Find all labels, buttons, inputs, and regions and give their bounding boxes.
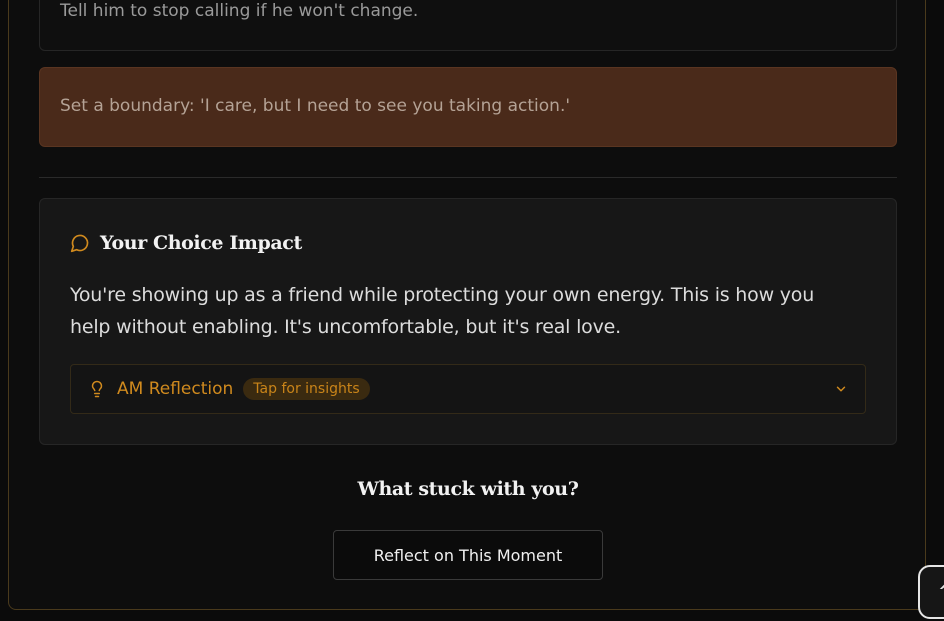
lightbulb-icon [91,380,103,398]
impact-body: You're showing up as a friend while prot… [70,284,815,338]
choice-option-text: Tell him to stop calling if he won't cha… [60,1,419,21]
choice-option-text: Set a boundary: 'I care, but I need to s… [60,96,571,116]
chevron-up-icon: ^ [938,581,944,602]
reflect-button[interactable]: Reflect on This Moment [333,530,603,580]
insights-badge: Tap for insights [243,378,370,400]
am-reflection-toggle[interactable]: AM Reflection Tap for insights [70,364,866,414]
chevron-down-icon[interactable] [834,382,848,396]
chat-bubble-icon [70,234,89,253]
reflection-label: AM Reflection [117,379,234,399]
choice-option[interactable]: Tell him to stop calling if he won't cha… [39,0,897,51]
impact-header: Your Choice Impact [70,232,302,254]
choice-option-selected[interactable]: Set a boundary: 'I care, but I need to s… [39,67,897,147]
choice-impact-card: Your Choice Impact You're showing up as … [39,198,897,445]
impact-title: Your Choice Impact [100,232,302,254]
reflection-prompt-title: What stuck with you? [357,478,579,500]
scroll-to-top-button[interactable]: ^ [918,565,944,619]
divider [39,177,897,178]
